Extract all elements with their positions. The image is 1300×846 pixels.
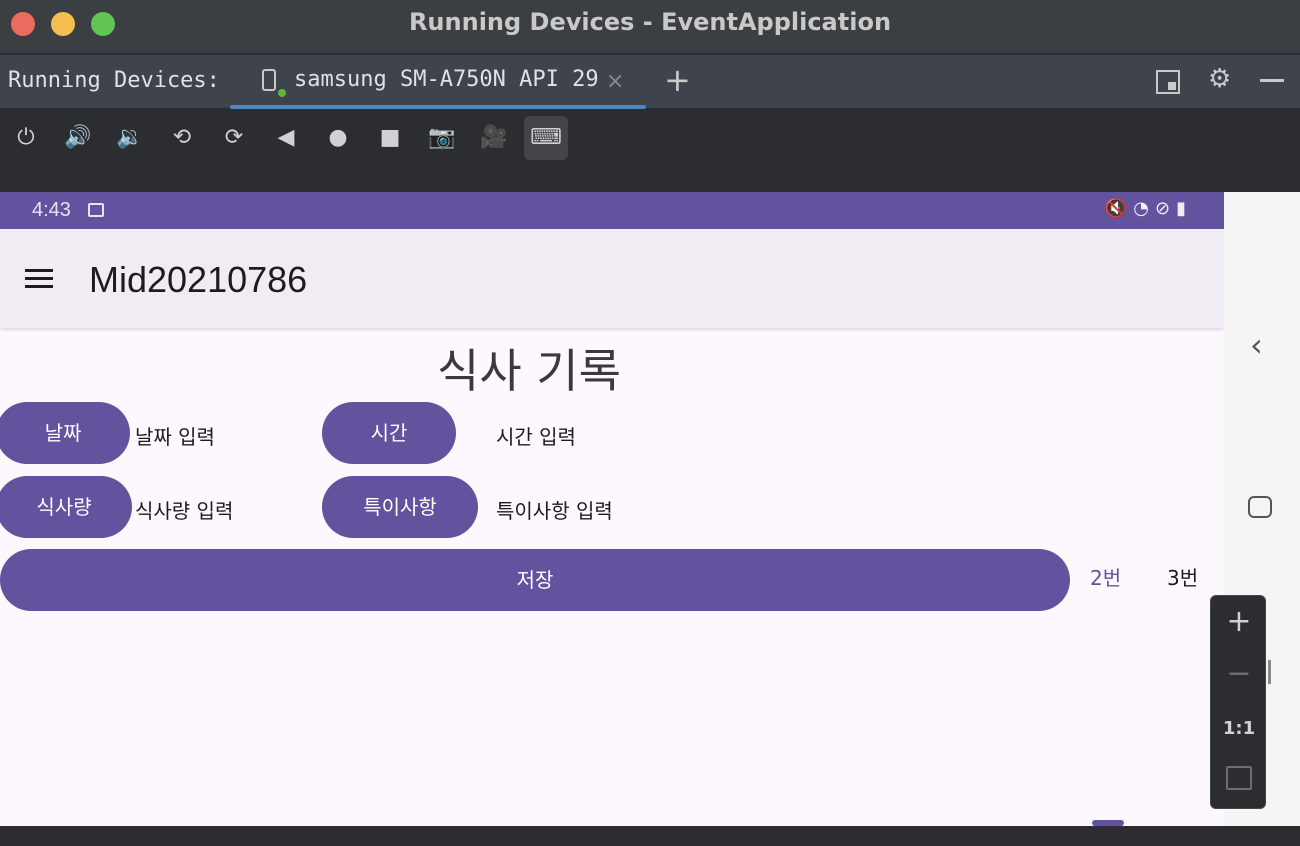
hide-panel-icon[interactable]: [1260, 79, 1284, 82]
app-title: Mid20210786: [89, 259, 308, 300]
app-top-bar: Mid20210786: [0, 229, 1224, 328]
mute-icon: 🔇: [1104, 198, 1134, 219]
screen-record-icon[interactable]: 🎥: [472, 116, 516, 160]
rotate-left-icon[interactable]: ⟲: [160, 116, 204, 160]
keyboard-icon[interactable]: ⌨: [524, 116, 568, 160]
device-tab-label: samsung SM-A750N API 29: [294, 67, 599, 92]
nav-back-icon[interactable]: ‹: [1250, 326, 1263, 364]
toolbar-spacer: [0, 166, 1300, 192]
device-screen[interactable]: 4:43 🔇◔⊘▮ Mid20210786 식사 기록 날짜 날짜 입력 시간 …: [0, 192, 1224, 826]
resize-handle[interactable]: [1268, 660, 1271, 684]
window-title-bar: Running Devices - EventApplication: [0, 0, 1300, 54]
tab-3-button[interactable]: 3번: [1167, 562, 1198, 591]
rotate-right-icon[interactable]: ⟳: [212, 116, 256, 160]
tab-2-button[interactable]: 2번: [1090, 562, 1121, 591]
device-online-indicator: [278, 89, 286, 97]
device-tab[interactable]: samsung SM-A750N API 29 ×: [230, 55, 646, 109]
gear-icon[interactable]: ⚙: [1208, 64, 1232, 94]
volume-up-icon[interactable]: 🔊: [56, 116, 100, 160]
date-button[interactable]: 날짜: [0, 402, 130, 464]
power-icon[interactable]: ⏻: [4, 116, 48, 160]
nav-home-icon[interactable]: [1248, 496, 1272, 518]
menu-icon[interactable]: [25, 269, 53, 289]
tab-close-icon[interactable]: ×: [606, 69, 624, 94]
zoom-in-button[interactable]: +: [1211, 604, 1267, 639]
image-notification-icon: [88, 203, 104, 217]
phone-icon: [262, 69, 276, 91]
zoom-fit-icon[interactable]: [1211, 766, 1267, 794]
save-button[interactable]: 저장: [0, 549, 1070, 611]
zoom-actual-size-button[interactable]: 1:1: [1211, 718, 1267, 739]
overview-icon[interactable]: ■: [368, 116, 412, 160]
notes-button[interactable]: 특이사항: [322, 476, 478, 538]
add-device-button[interactable]: +: [664, 61, 691, 99]
amount-field[interactable]: 식사량 입력: [135, 495, 233, 524]
back-icon[interactable]: ◀: [264, 116, 308, 160]
volume-down-icon[interactable]: 🔉: [108, 116, 152, 160]
zoom-out-button[interactable]: −: [1211, 656, 1267, 691]
date-field[interactable]: 날짜 입력: [135, 421, 215, 450]
notes-field[interactable]: 특이사항 입력: [496, 495, 613, 524]
amount-button[interactable]: 식사량: [0, 476, 132, 538]
status-time: 4:43: [32, 199, 71, 221]
zoom-controls: + − 1:1: [1210, 595, 1266, 809]
dnd-icon: ⊘: [1155, 198, 1177, 219]
device-toolbar: ⏻ 🔊 🔉 ⟲ ⟳ ◀ ● ■ 📷 🎥 ⌨: [0, 110, 1300, 166]
time-field[interactable]: 시간 입력: [496, 421, 576, 450]
android-status-bar: 4:43 🔇◔⊘▮: [0, 192, 1224, 229]
battery-icon: ▮: [1176, 198, 1192, 219]
active-tab-underline: [230, 105, 646, 109]
page-title: 식사 기록: [437, 344, 621, 398]
home-icon[interactable]: ●: [316, 116, 360, 160]
window-title: Running Devices - EventApplication: [408, 8, 892, 36]
running-devices-label: Running Devices:: [8, 68, 220, 93]
wifi-icon: ◔: [1133, 198, 1155, 219]
status-icons: 🔇◔⊘▮: [1105, 198, 1192, 219]
time-button[interactable]: 시간: [322, 402, 456, 464]
layout-icon[interactable]: [1156, 70, 1180, 94]
screenshot-icon[interactable]: 📷: [420, 116, 464, 160]
bottom-edge: [0, 826, 1300, 846]
running-devices-tabbar: Running Devices: samsung SM-A750N API 29…: [0, 55, 1300, 109]
